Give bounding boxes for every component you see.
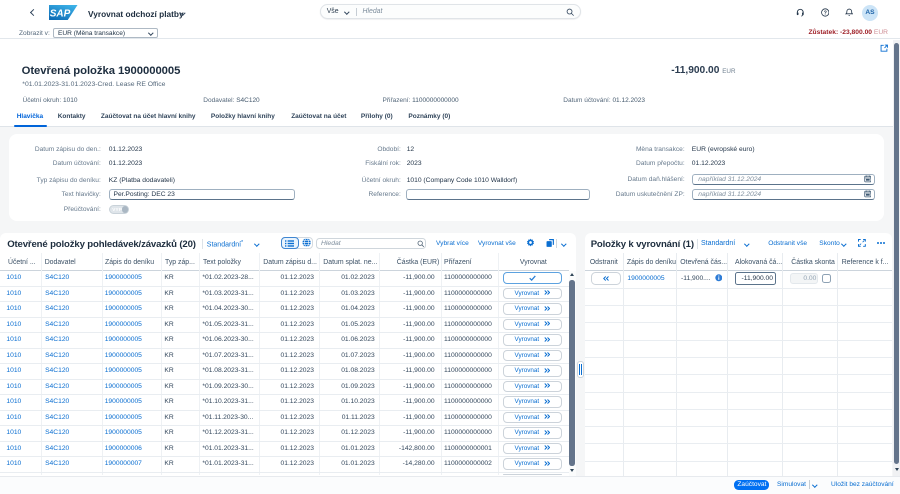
svg-text:SAP: SAP — [50, 9, 71, 20]
svg-text:?: ? — [823, 10, 826, 16]
